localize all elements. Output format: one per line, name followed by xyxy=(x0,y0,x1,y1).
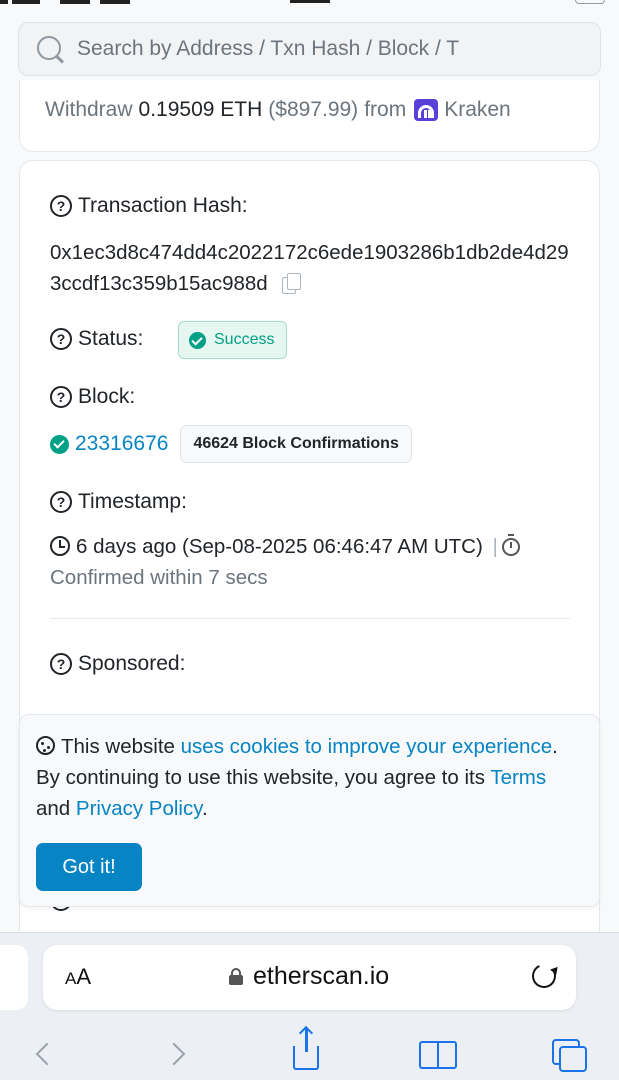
tabs-icon xyxy=(552,1039,587,1072)
divider xyxy=(50,618,570,619)
book-icon xyxy=(419,1041,457,1069)
forward-button[interactable] xyxy=(155,1032,199,1076)
cookie-policy-link[interactable]: uses cookies to improve your experience xyxy=(181,735,552,758)
status-label: ? Status: xyxy=(50,327,143,351)
back-button[interactable] xyxy=(22,1032,66,1076)
previous-tab-preview[interactable] xyxy=(0,945,28,1010)
copy-icon[interactable] xyxy=(281,273,301,294)
stopwatch-icon xyxy=(501,534,520,556)
lock-icon xyxy=(229,968,243,985)
search-input[interactable] xyxy=(77,37,497,61)
cookie-text: This website uses cookies to improve you… xyxy=(36,735,558,820)
sponsored-label: ? Sponsored: xyxy=(50,652,185,676)
confirmations-badge: 46624 Block Confirmations xyxy=(180,425,412,463)
summary-card: Withdraw 0.19509 ETH ($897.99) from Krak… xyxy=(19,80,600,152)
tx-hash-label: ? Transaction Hash: xyxy=(50,194,248,218)
help-icon[interactable]: ? xyxy=(50,195,72,217)
share-button[interactable] xyxy=(284,1028,328,1076)
kraken-logo-icon xyxy=(414,99,439,121)
help-icon[interactable]: ? xyxy=(50,491,72,513)
separator: | xyxy=(492,535,498,558)
share-icon xyxy=(293,1028,319,1070)
check-circle-icon xyxy=(50,434,69,454)
browser-toolbar: AA etherscan.io xyxy=(0,932,619,1080)
url-display[interactable]: etherscan.io xyxy=(229,962,389,991)
help-icon[interactable]: ? xyxy=(50,653,72,675)
chevron-right-icon xyxy=(162,1042,186,1066)
tabs-button[interactable] xyxy=(546,1032,590,1076)
reader-settings-button[interactable]: AA xyxy=(65,964,91,990)
status-bar xyxy=(0,0,619,8)
clock-icon xyxy=(50,536,70,556)
battery-icon xyxy=(575,0,605,4)
privacy-policy-link[interactable]: Privacy Policy xyxy=(76,797,202,820)
block-number-link[interactable]: 23316676 xyxy=(75,432,168,456)
cookie-banner: This website uses cookies to improve you… xyxy=(19,714,600,907)
help-icon[interactable]: ? xyxy=(50,328,72,350)
check-circle-icon xyxy=(189,331,206,349)
help-icon[interactable]: ? xyxy=(50,386,72,408)
confirmed-within: Confirmed within 7 secs xyxy=(50,566,268,589)
timestamp-label: ? Timestamp: xyxy=(50,490,187,514)
summary-usd: ($897.99) xyxy=(268,98,359,121)
timestamp-value: 6 days ago (Sep-08-2025 06:46:47 AM UTC)… xyxy=(50,531,570,593)
cookie-icon xyxy=(36,736,55,755)
address-bar[interactable]: AA etherscan.io xyxy=(43,945,576,1010)
summary-prefix: Withdraw xyxy=(45,98,133,121)
status-badge: Success xyxy=(178,321,288,359)
block-label: ? Block: xyxy=(50,385,135,409)
search-bar[interactable] xyxy=(18,22,601,76)
tx-hash-value: 0x1ec3d8c474dd4c2022172c6ede1903286b1db2… xyxy=(50,241,569,295)
got-it-button[interactable]: Got it! xyxy=(36,843,142,891)
reload-icon[interactable] xyxy=(528,960,560,992)
summary-from: from xyxy=(364,98,407,121)
search-icon xyxy=(35,34,65,64)
chevron-left-icon xyxy=(35,1042,59,1066)
bookmarks-button[interactable] xyxy=(415,1032,459,1076)
signal-icon xyxy=(0,0,140,4)
terms-link[interactable]: Terms xyxy=(490,766,546,789)
summary-exchange[interactable]: Kraken xyxy=(444,98,511,122)
tx-summary: Withdraw 0.19509 ETH ($897.99) from Krak… xyxy=(45,98,511,122)
clock-text xyxy=(290,0,330,3)
summary-amount: 0.19509 ETH xyxy=(138,98,263,121)
block-row: 23316676 46624 Block Confirmations xyxy=(50,425,412,463)
